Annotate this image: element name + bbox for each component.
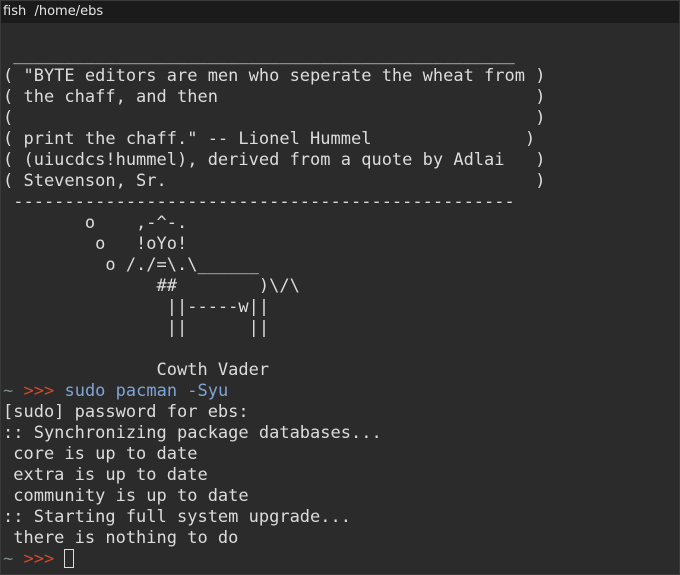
cowsay-line: ||-----w|| bbox=[3, 297, 270, 317]
output-line: :: Synchronizing package databases... bbox=[3, 423, 382, 443]
command-output: [sudo] password for ebs: :: Synchronizin… bbox=[3, 402, 679, 549]
output-line: extra is up to date bbox=[3, 465, 208, 485]
cowsay-line: ## )\/\ bbox=[3, 276, 300, 296]
prompt-arrows: >>> bbox=[23, 381, 55, 401]
cowsay-line: o /./=\.\______ bbox=[3, 255, 259, 275]
cowsay-line: ( Stevenson, Sr. ) bbox=[3, 171, 546, 191]
output-line: there is nothing to do bbox=[3, 528, 239, 548]
cowsay-output: ________________________________________… bbox=[3, 45, 679, 381]
cowsay-line: ________________________________________… bbox=[3, 45, 515, 65]
prompt-tilde: ~ bbox=[3, 381, 14, 401]
text-cursor[interactable] bbox=[64, 549, 75, 568]
input-prompt-line[interactable]: ~ >>> bbox=[3, 549, 679, 570]
cowsay-line: Cowth Vader bbox=[3, 360, 270, 380]
cowsay-line: ( "BYTE editors are men who seperate the… bbox=[3, 66, 546, 86]
output-line: :: Starting full system upgrade... bbox=[3, 507, 351, 527]
cowsay-line: o ,-^-. bbox=[3, 213, 188, 233]
window-title: fish /home/ebs bbox=[1, 1, 679, 23]
prompt-arrows: >>> bbox=[23, 549, 55, 569]
command-line: ~ >>> sudo pacman -Syu bbox=[3, 381, 679, 402]
cowsay-line: ( the chaff, and then ) bbox=[3, 87, 546, 107]
command-text: sudo pacman -Syu bbox=[64, 381, 229, 401]
output-line: core is up to date bbox=[3, 444, 198, 464]
cowsay-line bbox=[3, 339, 679, 360]
cowsay-line: || || bbox=[3, 318, 270, 338]
cowsay-line: o !oYo! bbox=[3, 234, 188, 254]
terminal-content[interactable]: ________________________________________… bbox=[1, 23, 679, 570]
cowsay-line: ----------------------------------------… bbox=[3, 192, 515, 212]
cowsay-line: ( (uiucdcs!hummel), derived from a quote… bbox=[3, 150, 546, 170]
prompt-tilde: ~ bbox=[3, 549, 14, 569]
output-line: [sudo] password for ebs: bbox=[3, 402, 249, 422]
output-line: community is up to date bbox=[3, 486, 249, 506]
cowsay-line: ( ) bbox=[3, 108, 546, 128]
terminal-window: fish /home/ebs _________________________… bbox=[0, 0, 680, 575]
cowsay-line: ( print the chaff." -- Lionel Hummel ) bbox=[3, 129, 536, 149]
